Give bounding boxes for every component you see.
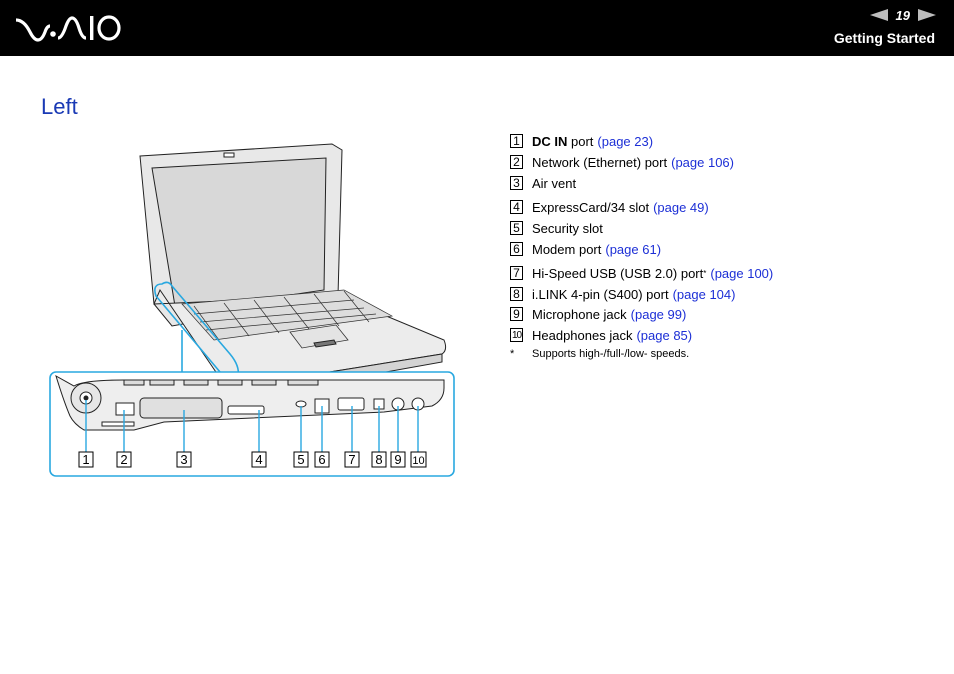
list-item: 2 Network (Ethernet) port (page 106) bbox=[510, 153, 734, 171]
svg-text:3: 3 bbox=[180, 452, 187, 467]
list-item: 10 Headphones jack (page 85) bbox=[510, 327, 693, 343]
page-link[interactable]: (page 49) bbox=[653, 200, 709, 215]
callout-number-10: 10 bbox=[410, 451, 427, 468]
svg-text:5: 5 bbox=[297, 452, 304, 467]
svg-text:8: 8 bbox=[375, 452, 382, 467]
callout-number-5: 5 bbox=[293, 451, 309, 468]
list-item: 4 ExpressCard/34 slot (page 49) bbox=[510, 198, 709, 216]
callout-number-6: 6 bbox=[314, 451, 330, 468]
footnote: * Supports high-/full-/low- speeds. bbox=[510, 348, 690, 360]
svg-text:9: 9 bbox=[394, 452, 401, 467]
prev-page-arrow-icon[interactable] bbox=[869, 9, 888, 21]
vaio-logo bbox=[15, 15, 121, 42]
callout-number-3: 3 bbox=[176, 451, 192, 468]
svg-text:2: 2 bbox=[120, 452, 127, 467]
svg-text:6: 6 bbox=[318, 452, 325, 467]
page-link[interactable]: (page 23) bbox=[597, 134, 653, 149]
page-header: 19 Getting Started bbox=[0, 0, 954, 56]
laptop-image bbox=[139, 143, 447, 399]
callout-number-1: 1 bbox=[78, 451, 94, 468]
list-item: 1 DC IN port (page 23) bbox=[510, 132, 653, 150]
laptop-illustration: 1 2 3 4 5 6 7 8 9 10 bbox=[49, 143, 455, 477]
page-link[interactable]: (page 99) bbox=[631, 307, 687, 322]
svg-text:10: 10 bbox=[412, 455, 424, 467]
callout-number-8: 8 bbox=[371, 451, 387, 468]
list-item: 3 Air vent bbox=[510, 174, 576, 192]
next-page-arrow-icon[interactable] bbox=[918, 9, 936, 21]
page-title: Left bbox=[41, 94, 78, 119]
svg-text:7: 7 bbox=[348, 452, 355, 467]
svg-text:4: 4 bbox=[255, 452, 262, 467]
list-item: 8 i.LINK 4-pin (S400) port (page 104) bbox=[510, 285, 735, 303]
page-link[interactable]: (page 100) bbox=[710, 266, 773, 281]
page-link[interactable]: (page 106) bbox=[671, 155, 734, 170]
page-link[interactable]: (page 104) bbox=[673, 287, 736, 302]
list-item: 6 Modem port (page 61) bbox=[510, 240, 661, 258]
list-item: 9 Microphone jack (page 99) bbox=[510, 305, 686, 323]
list-item: 7 Hi-Speed USB (USB 2.0) port * (page 100… bbox=[510, 264, 773, 282]
callout-number-2: 2 bbox=[116, 451, 132, 468]
page-link[interactable]: (page 61) bbox=[605, 242, 661, 257]
section-title: Getting Started bbox=[833, 30, 935, 46]
page-nav: 19 bbox=[869, 6, 936, 24]
svg-text:1: 1 bbox=[82, 452, 89, 467]
callout-numbers: 1 2 3 4 5 6 7 8 9 10 bbox=[78, 451, 427, 468]
callout-number-9: 9 bbox=[390, 451, 406, 468]
callout-number-4: 4 bbox=[251, 451, 267, 468]
page-link[interactable]: (page 85) bbox=[636, 328, 692, 343]
page-number: 19 bbox=[895, 7, 910, 23]
callout-number-7: 7 bbox=[344, 451, 360, 468]
list-item: 5 Security slot bbox=[510, 219, 603, 237]
